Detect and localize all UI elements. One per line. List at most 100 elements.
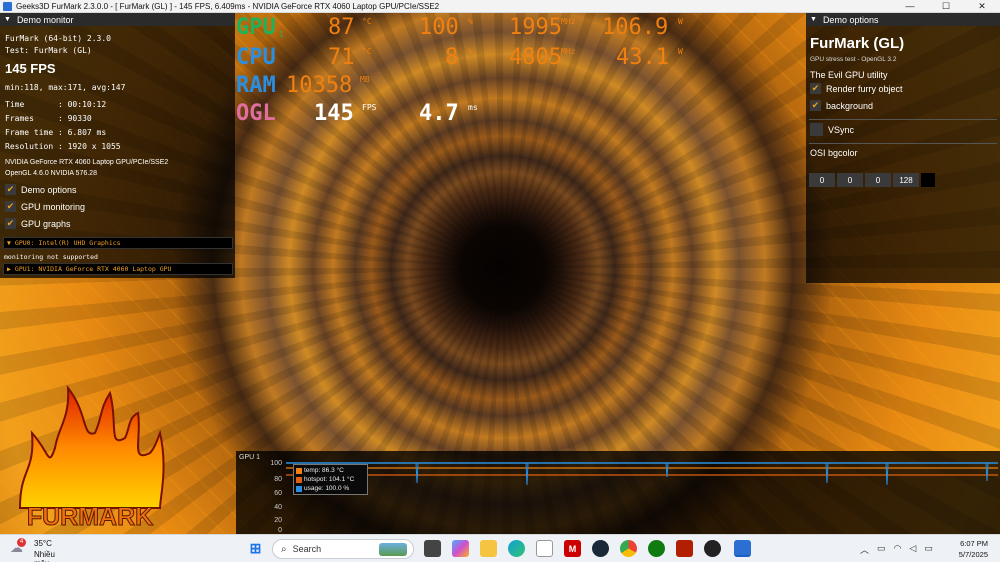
wifi-icon[interactable]: ◠ bbox=[894, 543, 902, 556]
gpu-monitoring-label: GPU monitoring bbox=[21, 201, 86, 212]
demo-options-header[interactable]: ▼ Demo options bbox=[806, 13, 1000, 26]
notification-badge: 4 bbox=[17, 538, 26, 547]
file-explorer-icon[interactable] bbox=[480, 540, 497, 557]
gpu-renderer: NVIDIA GeForce RTX 4060 Laptop GPU/PCIe/… bbox=[5, 159, 169, 166]
bgcolor-label: OSI bgcolor bbox=[810, 148, 858, 158]
gpu0-section[interactable]: ▼ GPU0: Intel(R) UHD Graphics bbox=[3, 237, 233, 249]
legend-temp-label: temp: 86.3 °C bbox=[304, 467, 344, 474]
search-highlight-icon bbox=[379, 543, 407, 556]
legend-hotspot-label: hotspot: 104.1 °C bbox=[304, 476, 355, 483]
check-icon: ✔ bbox=[810, 100, 821, 111]
gpu-monitoring-checkbox[interactable]: ✔ GPU monitoring bbox=[5, 201, 85, 212]
app-window-icon[interactable] bbox=[734, 540, 751, 557]
y-tick: 60 bbox=[274, 490, 282, 497]
check-icon: ✔ bbox=[5, 218, 16, 229]
minimize-button[interactable]: — bbox=[892, 0, 928, 13]
hud-cpu-usage-unit: % bbox=[468, 47, 473, 56]
hud-gpu-clock-unit: MHz bbox=[561, 17, 576, 26]
search-box[interactable]: ⌕ Search bbox=[272, 539, 414, 559]
speaker-icon[interactable]: ▭ bbox=[877, 543, 886, 556]
fps-stats: min:118, max:171, avg:147 bbox=[5, 83, 126, 92]
demo-monitor-header[interactable]: ▼ Demo monitor bbox=[0, 13, 235, 26]
maximize-button[interactable]: ☐ bbox=[928, 0, 964, 13]
hud-ram-label: RAM bbox=[236, 73, 276, 98]
clock[interactable]: 6:07 PM 5/7/2025 bbox=[950, 538, 988, 560]
store-icon[interactable] bbox=[536, 540, 553, 557]
check-icon: ✔ bbox=[810, 83, 821, 94]
demo-options-label: Demo options bbox=[21, 184, 77, 195]
vsync-checkbox[interactable]: VSync bbox=[810, 123, 854, 136]
volume-icon[interactable]: ◁ bbox=[909, 543, 916, 556]
gpu-graphs-checkbox[interactable]: ✔ GPU graphs bbox=[5, 218, 71, 229]
search-icon: ⌕ bbox=[281, 543, 287, 555]
swatch bbox=[296, 467, 302, 474]
time-info: Time : 00:10:12 bbox=[5, 100, 107, 109]
hud-cpu-power: 43.1 bbox=[616, 45, 669, 70]
y-tick: 40 bbox=[274, 504, 282, 511]
weather-widget[interactable]: ☁ 4 35°C Nhiều mây bbox=[8, 538, 68, 562]
hud-cpu-clock: 4805 bbox=[509, 45, 562, 70]
hud-gpu-power: 106.9 bbox=[602, 15, 669, 40]
gpu-graphs-label: GPU graphs bbox=[21, 218, 71, 229]
gpu1-section[interactable]: ▶ GPU1: NVIDIA GeForce RTX 4060 Laptop GP… bbox=[3, 263, 233, 275]
demo-options-checkbox[interactable]: ✔ Demo options bbox=[5, 184, 77, 195]
frame-time-info: Frame time : 6.807 ms bbox=[5, 128, 107, 137]
xbox-icon[interactable] bbox=[648, 540, 665, 557]
obs-icon[interactable] bbox=[704, 540, 721, 557]
demo-subtitle: GPU stress test - OpenGL 3.2 bbox=[810, 56, 897, 63]
chrome-icon[interactable] bbox=[620, 540, 637, 557]
legend-hotspot: hotspot: 104.1 °C bbox=[296, 475, 365, 484]
bgcolor-g-input[interactable]: 0 bbox=[837, 173, 863, 187]
render-furry-label: Render furry object bbox=[826, 83, 903, 94]
legend-usage: usage: 100.0 % bbox=[296, 484, 365, 493]
hud-ram-unit: MB bbox=[360, 75, 370, 84]
bgcolor-b-input[interactable]: 0 bbox=[865, 173, 891, 187]
background-label: background bbox=[826, 100, 874, 111]
battery-icon[interactable]: ▭ bbox=[924, 543, 933, 556]
hud-cpu-temp-unit: °C bbox=[362, 47, 372, 56]
edge-icon[interactable] bbox=[508, 540, 525, 557]
hud-overlay: GPU 1 87 °C 100 % 1995 MHz 106.9 W CPU 7… bbox=[236, 15, 706, 135]
furmark-logo: FURMARK bbox=[18, 384, 165, 532]
collapse-arrow-icon[interactable]: ▼ bbox=[4, 16, 11, 23]
vsync-label: VSync bbox=[828, 124, 855, 135]
swatch bbox=[296, 485, 302, 492]
legend-temp: temp: 86.3 °C bbox=[296, 466, 365, 475]
hud-gpu-clock: 1995 bbox=[509, 15, 562, 40]
bgcolor-a-input[interactable]: 128 bbox=[893, 173, 919, 187]
hud-cpu-usage: 8 bbox=[445, 45, 459, 70]
hud-gpu-label: GPU bbox=[236, 15, 276, 40]
bgcolor-r-input[interactable]: 0 bbox=[809, 173, 835, 187]
chevron-up-icon[interactable]: ︿ bbox=[860, 543, 869, 556]
demo-options-panel: ▼ Demo options FurMark (GL) GPU stress te… bbox=[806, 13, 1000, 283]
mcafee-icon[interactable]: M bbox=[564, 540, 581, 557]
fps-readout: 145 FPS bbox=[5, 61, 56, 76]
gpu-graph-panel: GPU 1 100 80 60 40 20 0 temp: 86.3 °C ho… bbox=[236, 451, 1000, 534]
furmark-icon[interactable] bbox=[676, 540, 693, 557]
bgcolor-swatch[interactable] bbox=[921, 173, 935, 187]
steam-icon[interactable] bbox=[592, 540, 609, 557]
check-icon: ✔ bbox=[5, 201, 16, 212]
hud-gpu-usage: 100 bbox=[419, 15, 459, 40]
system-tray[interactable]: ︿ ▭ ◠ ◁ ▭ bbox=[860, 543, 933, 556]
checkbox-empty-icon bbox=[810, 123, 823, 136]
swatch bbox=[296, 476, 302, 483]
hud-frametime-value: 4.7 bbox=[419, 101, 459, 126]
copilot-icon[interactable] bbox=[452, 540, 469, 557]
start-icon[interactable]: ⊞ bbox=[247, 540, 264, 557]
graph-lines bbox=[286, 462, 998, 486]
background-checkbox[interactable]: ✔ background bbox=[810, 100, 873, 111]
render-furry-checkbox[interactable]: ✔ Render furry object bbox=[810, 83, 903, 94]
graph-label: GPU 1 bbox=[239, 454, 261, 461]
test-name: Test: FurMark (GL) bbox=[5, 46, 92, 55]
hud-ram-value: 10358 bbox=[286, 73, 353, 98]
close-button[interactable]: ✕ bbox=[964, 0, 1000, 13]
collapse-arrow-icon[interactable]: ▼ bbox=[810, 16, 817, 23]
demo-options-title: Demo options bbox=[822, 14, 879, 25]
title-bar: Geeks3D FurMark 2.3.0.0 - [ FurMark (GL)… bbox=[0, 0, 1000, 13]
demo-title: FurMark (GL) bbox=[810, 35, 905, 52]
weather-desc: Nhiều mây bbox=[34, 550, 55, 562]
taskbar: ☁ 4 35°C Nhiều mây ⊞ ⌕ Search M ︿ ▭ ◠ ◁ ▭… bbox=[0, 534, 1000, 562]
hud-fps-value: 145 bbox=[314, 101, 354, 126]
task-view-icon[interactable] bbox=[424, 540, 441, 557]
